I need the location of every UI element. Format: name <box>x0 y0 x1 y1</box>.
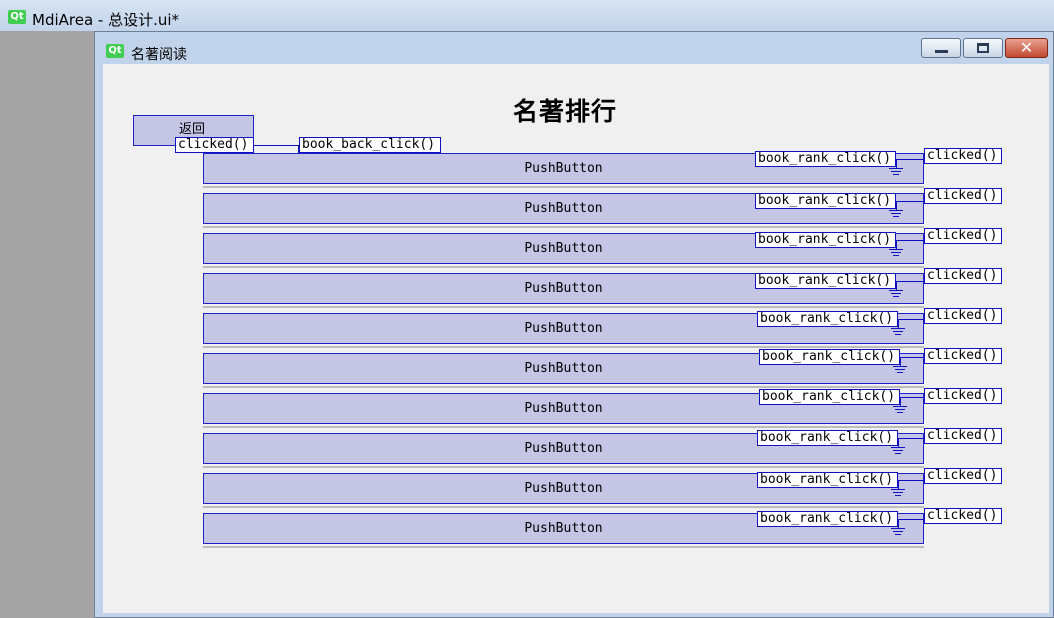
rank-signal-label: clicked() <box>924 428 1002 444</box>
rank-signal-label: clicked() <box>924 308 1002 324</box>
row-divider <box>203 186 924 188</box>
rank-signal-label: clicked() <box>924 388 1002 404</box>
rank-slot-label: book_rank_click() <box>755 151 896 167</box>
ground-icon <box>891 487 905 497</box>
outer-titlebar: Qt MdiArea - 总设计.ui* <box>0 0 1054 31</box>
row-divider <box>203 386 924 388</box>
minimize-icon <box>935 50 948 53</box>
connection-line <box>898 438 924 439</box>
maximize-button[interactable] <box>963 38 1003 58</box>
rank-slot-label: book_rank_click() <box>755 273 896 289</box>
connection-line <box>898 319 924 320</box>
close-button[interactable]: ✕ <box>1005 38 1048 58</box>
rank-slot-label: book_rank_click() <box>759 389 900 405</box>
row-divider <box>203 546 924 548</box>
connection-line <box>896 240 924 241</box>
qt-logo-icon: Qt <box>8 10 26 24</box>
connection-line <box>898 480 924 481</box>
minimize-button[interactable] <box>921 38 961 58</box>
form-canvas: 名著排行 返回 clicked() book_back_click() Push… <box>103 64 1049 613</box>
ground-icon <box>893 364 907 374</box>
subwindow: Qt 名著阅读 ✕ 名著排行 返回 clicked() book_back_cl… <box>94 31 1054 618</box>
rank-slot-label: book_rank_click() <box>757 311 898 327</box>
rank-slot-label: book_rank_click() <box>757 430 898 446</box>
row-divider <box>203 426 924 428</box>
connection-line <box>896 201 924 202</box>
connection-line <box>898 519 924 520</box>
connection-line <box>254 145 298 146</box>
ground-icon <box>891 526 905 536</box>
rank-slot-label: book_rank_click() <box>755 193 896 209</box>
rank-signal-label: clicked() <box>924 508 1002 524</box>
ground-icon <box>889 208 903 218</box>
subwindow-title: 名著阅读 <box>131 47 187 63</box>
rank-slot-label: book_rank_click() <box>757 511 898 527</box>
row-divider <box>203 266 924 268</box>
connection-line <box>900 357 924 358</box>
maximize-icon <box>977 43 989 53</box>
ground-icon <box>889 247 903 257</box>
ground-icon <box>891 445 905 455</box>
back-signal-label: clicked() <box>175 137 254 153</box>
rank-signal-label: clicked() <box>924 148 1002 164</box>
connection-line <box>896 281 924 282</box>
ground-icon <box>889 288 903 298</box>
qt-logo-icon: Qt <box>106 44 124 58</box>
rank-signal-label: clicked() <box>924 228 1002 244</box>
ground-icon <box>891 326 905 336</box>
row-divider <box>203 226 924 228</box>
rank-slot-label: book_rank_click() <box>757 472 898 488</box>
ground-icon <box>889 166 903 176</box>
page-title: 名著排行 <box>513 97 618 126</box>
window-title: MdiArea - 总设计.ui* <box>32 11 180 29</box>
row-divider <box>203 506 924 508</box>
back-slot-label: book_back_click() <box>299 137 441 153</box>
connection-line <box>900 397 924 398</box>
close-icon: ✕ <box>1019 38 1034 57</box>
rank-signal-label: clicked() <box>924 348 1002 364</box>
row-divider <box>203 346 924 348</box>
rank-signal-label: clicked() <box>924 468 1002 484</box>
rank-slot-label: book_rank_click() <box>755 232 896 248</box>
rank-signal-label: clicked() <box>924 268 1002 284</box>
row-divider <box>203 306 924 308</box>
row-divider <box>203 466 924 468</box>
connection-line <box>896 159 924 160</box>
rank-slot-label: book_rank_click() <box>759 349 900 365</box>
ground-icon <box>893 404 907 414</box>
rank-signal-label: clicked() <box>924 188 1002 204</box>
